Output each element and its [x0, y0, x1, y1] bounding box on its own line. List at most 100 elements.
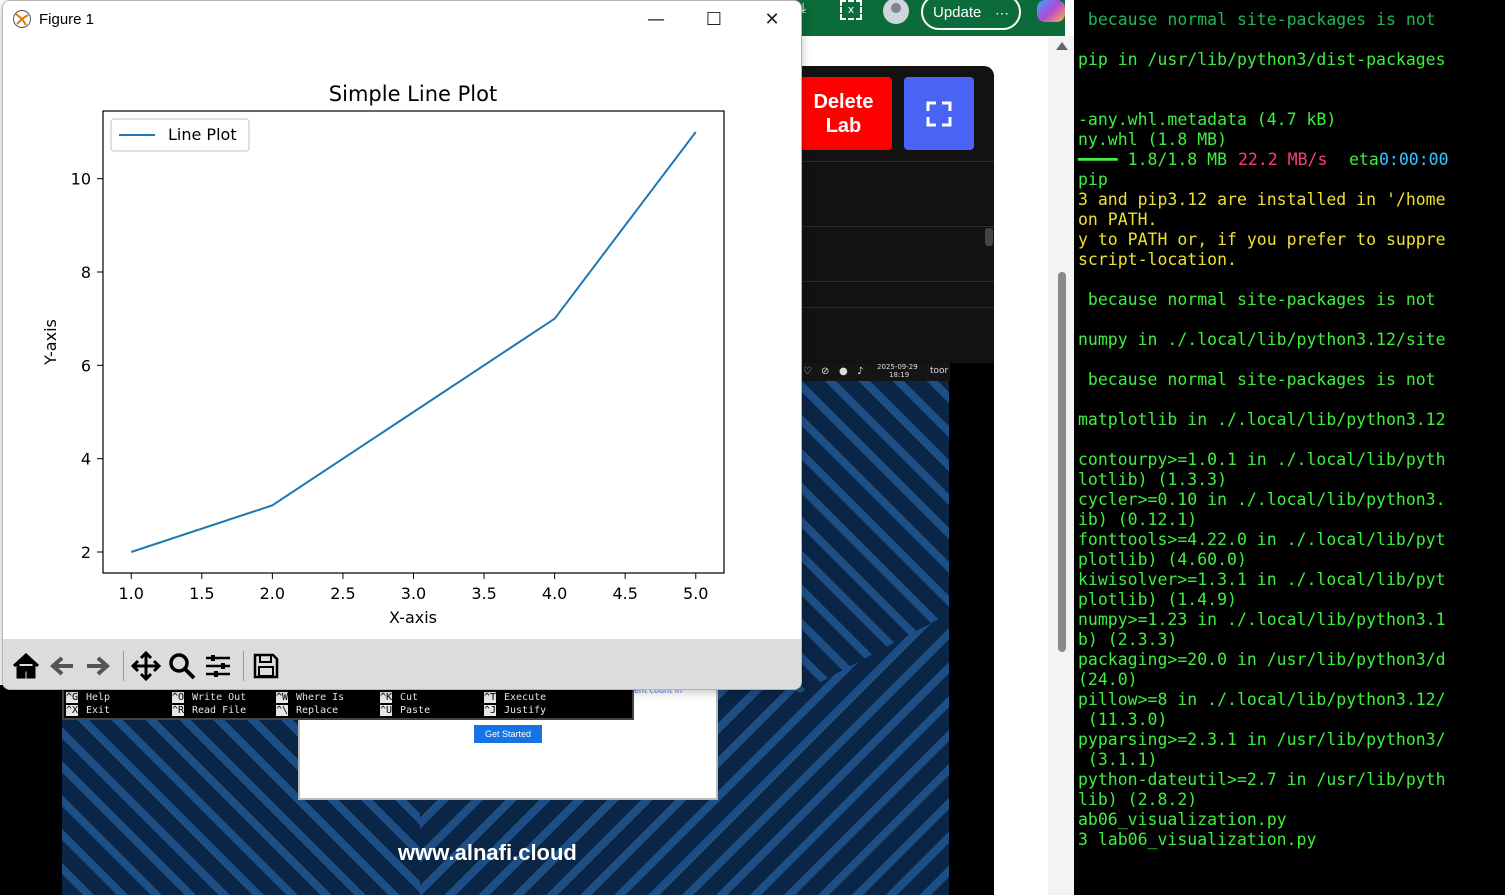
y-tick-label: 6 [81, 356, 91, 375]
nano-shortcut-key: ^K [380, 692, 393, 703]
more-options-icon[interactable]: ⋯ [985, 0, 1009, 30]
y-axis-label: Y-axis [41, 319, 60, 366]
legend: Line Plot [110, 118, 250, 152]
panel-scrollbar[interactable] [985, 228, 993, 246]
fullscreen-button[interactable] [904, 77, 974, 150]
close-button[interactable]: ✕ [749, 5, 795, 35]
pan-icon[interactable] [131, 651, 161, 681]
nano-shortcut-label: Where Is [296, 692, 345, 703]
figure-window[interactable]: Figure 1 — ☐ ✕ Simple Line Plot 1.0 1.5 2.… [2, 0, 802, 690]
terminal-line: on PATH. [1078, 210, 1158, 229]
nano-shortcut-label: Help [86, 692, 111, 703]
nano-shortcut-label: Cut [400, 692, 419, 703]
terminal-line: numpy>=1.23 in ./.local/lib/python3.1 [1078, 610, 1446, 629]
y-tick-label: 8 [81, 263, 91, 282]
minimize-button[interactable]: — [633, 5, 679, 35]
x-tick-label: 2.5 [330, 584, 355, 603]
terminal-line: contourpy>=1.0.1 in ./.local/lib/pyth [1078, 450, 1446, 469]
nano-shortcut-key: ^T [484, 692, 497, 703]
terminal-line: y to PATH or, if you prefer to suppre [1078, 230, 1446, 249]
nano-shortcut-key: ^O [172, 692, 185, 703]
chart-title: Simple Line Plot [329, 82, 497, 106]
zoom-icon[interactable] [167, 651, 197, 681]
terminal-line: because normal site-packages is not [1078, 10, 1436, 29]
terminal-line: ny.whl (1.8 MB) [1078, 130, 1228, 149]
terminal-line: plotlib) (4.60.0) [1078, 550, 1247, 569]
terminal-line: ab06_visualization.py [1078, 810, 1287, 829]
taskbar-user: toor [930, 366, 949, 376]
x-tick-label: 4.5 [612, 584, 637, 603]
bell-icon[interactable]: ♪ [857, 366, 863, 377]
taskbar-date: 2025-09-29 [877, 363, 918, 371]
terminal-line: because normal site-packages is not [1078, 290, 1436, 309]
nano-shortcut-key: ^W [276, 692, 289, 703]
terminal-line: b) (2.3.3) [1078, 630, 1178, 649]
progress-speed: 22.2 MB/s [1238, 150, 1328, 169]
window-titlebar[interactable]: Figure 1 — ☐ ✕ [3, 1, 801, 39]
network-icon[interactable]: ♡ [803, 366, 812, 377]
taskbar-time: 18:19 [889, 371, 910, 379]
back-arrow-icon[interactable] [47, 651, 77, 681]
save-icon[interactable] [251, 651, 281, 681]
update-label: Update [933, 4, 982, 21]
terminal-line: lotlib) (1.3.3) [1078, 470, 1228, 489]
scroll-thumb[interactable] [1058, 272, 1066, 652]
figure-canvas[interactable]: Simple Line Plot 1.0 1.5 2.0 2.5 3.0 3.5 4.0 4.… [3, 39, 801, 639]
home-icon[interactable] [11, 651, 41, 681]
nano-shortcut-key: ^G [66, 692, 79, 703]
panel-row [795, 280, 994, 282]
x-axis-ticks: 1.0 1.5 2.0 2.5 3.0 3.5 4.0 4.5 5.0 [119, 573, 708, 603]
scroll-up-arrow-icon[interactable] [1056, 42, 1068, 50]
terminal-line: (24.0) [1078, 670, 1138, 689]
configure-subplots-icon[interactable] [203, 651, 233, 681]
terminal-line: kiwisolver>=1.3.1 in ./.local/lib/pyt [1078, 570, 1446, 589]
get-started-button[interactable]: Get Started [474, 725, 542, 743]
x-tick-label: 2.0 [260, 584, 285, 603]
forward-arrow-icon[interactable] [83, 651, 113, 681]
terminal-line: pip in /usr/lib/python3/dist-packages [1078, 50, 1446, 69]
update-button[interactable]: Update ⋯ [921, 0, 1021, 30]
nano-shortcut-label: Write Out [192, 692, 247, 703]
x-tick-label: 1.0 [119, 584, 144, 603]
delete-lab-button[interactable]: Delete Lab [795, 77, 892, 150]
update-icon[interactable]: ● [839, 366, 848, 377]
terminal-line: matplotlib in ./.local/lib/python3.12 [1078, 410, 1446, 429]
terminal-line: pip [1078, 170, 1108, 189]
plot-area [102, 110, 725, 574]
terminal-window[interactable]: because normal site-packages is not pip i… [1074, 0, 1505, 895]
terminal-line: 3 lab06_visualization.py [1078, 830, 1317, 849]
y-tick-label: 10 [71, 170, 91, 189]
terminal-line: python-dateutil>=2.7 in /usr/lib/pyth [1078, 770, 1446, 789]
terminal-line: ib) (0.12.1) [1078, 510, 1198, 529]
vm-border [0, 685, 62, 895]
terminal-line: pillow>=8 in ./.local/lib/python3.12/ [1078, 690, 1446, 709]
terminal-line: (3.1.1) [1078, 750, 1158, 769]
terminal-line: -any.whl.metadata (4.7 kB) [1078, 110, 1337, 129]
nano-shortcut-label: Replace [296, 705, 339, 716]
terminal-line: because normal site-packages is not [1078, 370, 1436, 389]
terminal-line: (11.3.0) [1078, 710, 1168, 729]
nano-shortcut-key: ^\ [276, 705, 289, 716]
nano-shortcut-label: Read File [192, 705, 247, 716]
x-tick-label: 3.5 [471, 584, 496, 603]
panel-row [795, 306, 994, 308]
terminal-line: ━━━━ 1.8/1.8 MB [1078, 150, 1237, 169]
mute-icon[interactable]: ⊘ [821, 366, 829, 377]
x-tick-label: 1.5 [189, 584, 214, 603]
nano-shortcut-label: Paste [400, 705, 431, 716]
site-url: www.alnafi.cloud [398, 840, 577, 865]
copilot-icon[interactable] [1037, 0, 1065, 22]
window-title: Figure 1 [39, 11, 95, 28]
download-icon[interactable]: ⤓ [800, 0, 820, 22]
terminal-line: pyparsing>=2.3.1 in /usr/lib/python3/ [1078, 730, 1446, 749]
legend-label: Line Plot [168, 125, 237, 144]
nano-shortcut-key: ^J [484, 705, 497, 716]
screenshot-extension-icon[interactable]: x [840, 0, 862, 20]
y-axis-ticks: 2 4 6 8 10 [71, 170, 103, 562]
maximize-button[interactable]: ☐ [691, 5, 737, 35]
panel-row [795, 225, 994, 227]
nano-shortcut-label: Justify [504, 705, 547, 716]
nano-shortcut-key: ^R [172, 705, 185, 716]
y-tick-label: 4 [81, 450, 91, 469]
x-tick-label: 3.0 [401, 584, 426, 603]
